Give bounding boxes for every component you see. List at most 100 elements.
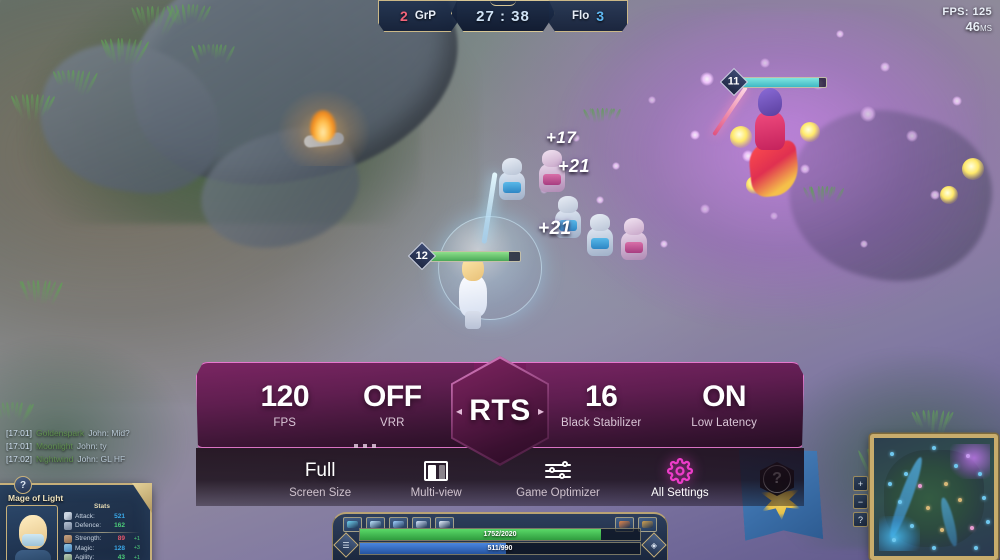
character-panel: ? Mage of Light Stats Attack: 521 Defence:… xyxy=(0,483,152,560)
minimap-zoom-out-button[interactable]: − xyxy=(853,494,868,509)
grass-blade xyxy=(151,6,154,21)
page-dot[interactable] xyxy=(363,444,367,448)
ally-minion[interactable] xyxy=(498,158,526,200)
page-indicator-dots[interactable] xyxy=(354,444,376,448)
team-left-score: 2 xyxy=(400,8,408,24)
minimap-marker xyxy=(932,446,936,450)
stat-label: Defence: xyxy=(75,522,111,529)
ally-minion[interactable] xyxy=(586,214,614,256)
stat-value: 43 xyxy=(118,554,125,560)
stat-black-stabilizer-value: 16 xyxy=(561,382,641,412)
stat-value: 128 xyxy=(114,545,125,552)
magic-sparkle xyxy=(860,106,876,122)
team-right-score: 3 xyxy=(596,8,604,24)
page-dot[interactable] xyxy=(354,444,358,448)
game-optimizer-label: Game Optimizer xyxy=(516,487,600,499)
character-help-button[interactable]: ? xyxy=(14,476,32,494)
minimap-marker xyxy=(978,472,982,476)
enemy-boss-unit[interactable] xyxy=(742,88,800,196)
chat-message: John: GL HF xyxy=(77,454,125,464)
menu-button-left[interactable]: ☰ xyxy=(333,532,358,557)
mana-bar-text: 511/990 xyxy=(360,543,640,554)
magic-sparkle xyxy=(952,96,962,106)
magic-sparkle xyxy=(880,62,890,72)
minimap-marker xyxy=(958,498,962,502)
stat-black-stabilizer[interactable]: 16 Black Stabilizer xyxy=(561,382,641,429)
hero-health-bar: 12 xyxy=(412,246,521,266)
magic-sparkle xyxy=(700,204,710,214)
shield-icon xyxy=(64,522,72,530)
minimap-help-button[interactable]: ? xyxy=(853,512,868,527)
light-orb xyxy=(962,158,984,180)
chat-user: Nightwind xyxy=(36,454,73,464)
minimap-marker xyxy=(898,500,902,504)
match-timer: 27 : 38 xyxy=(451,0,555,32)
hero-unit[interactable] xyxy=(455,255,491,329)
minimap-marker xyxy=(932,546,936,550)
magic-sparkle xyxy=(860,240,868,248)
page-dot[interactable] xyxy=(372,444,376,448)
magic-sparkle xyxy=(660,240,668,248)
chat-message: John: ty xyxy=(77,441,107,451)
magic-sparkle xyxy=(596,196,604,204)
team-right: Flo 3 xyxy=(549,0,628,32)
minimap-marker xyxy=(918,484,922,488)
stat-value: 521 xyxy=(114,513,125,520)
minimap-enemy-base xyxy=(950,444,991,479)
stat-bonus: +1 xyxy=(128,555,140,560)
all-settings-label: All Settings xyxy=(644,487,716,499)
enemy-minion[interactable] xyxy=(620,218,648,260)
grass-blade xyxy=(71,70,75,84)
character-stats: Stats Attack: 521 Defence: 162 Strength: 89 +1… xyxy=(64,503,140,560)
damage-number: +17 xyxy=(546,128,576,148)
chat-line: [17:01] Moonlight John: ty xyxy=(6,441,130,451)
stat-fps[interactable]: 120 FPS xyxy=(260,382,309,429)
stat-row: Attack: 521 xyxy=(64,512,140,520)
minimap-marker xyxy=(966,454,970,458)
hero-health-fill xyxy=(430,252,509,261)
stat-vrr[interactable]: OFF VRR xyxy=(363,382,422,429)
minimap-zoom-in-button[interactable]: + xyxy=(853,476,868,491)
stat-fps-label: FPS xyxy=(260,417,309,429)
chat-message: John: Mid? xyxy=(88,428,130,438)
boss-health-bar: 11 xyxy=(724,72,827,92)
minimap[interactable] xyxy=(870,434,998,560)
menu-item-all-settings[interactable]: All Settings xyxy=(644,459,716,499)
latency-unit: MS xyxy=(980,24,992,33)
magic-sparkle xyxy=(612,162,620,170)
performance-readout: FPS: 125 46MS xyxy=(942,6,992,34)
stat-label: Agility: xyxy=(75,554,115,560)
scoreboard: 2 GrP 27 : 38 Flo 3 xyxy=(378,0,628,32)
stat-low-latency[interactable]: ON Low Latency xyxy=(691,382,757,429)
health-bar-text: 1752/2020 xyxy=(360,529,640,540)
campfire-prop xyxy=(300,108,348,148)
magic-sparkle xyxy=(760,58,770,68)
stat-row: Defence: 162 xyxy=(64,522,140,530)
stat-black-stabilizer-label: Black Stabilizer xyxy=(561,417,641,429)
stat-vrr-label: VRR xyxy=(363,417,422,429)
game-mode-badge[interactable]: ◂ ▸ RTS xyxy=(451,356,549,466)
health-bar: 1752/2020 xyxy=(359,528,641,541)
stat-low-latency-label: Low Latency xyxy=(691,417,757,429)
minimap-marker xyxy=(986,520,990,524)
menu-item-screen-size[interactable]: Full Screen Size xyxy=(284,459,356,499)
minimap-marker xyxy=(954,464,958,468)
character-name: Mage of Light xyxy=(8,493,63,503)
damage-number: +21 xyxy=(538,218,572,240)
chat-log: [17:01] Goldenspark John: Mid? [17:01] M… xyxy=(6,428,130,467)
light-orb xyxy=(800,122,820,142)
minimap-marker xyxy=(974,546,978,550)
magic-sparkle xyxy=(648,96,656,104)
character-portrait[interactable] xyxy=(6,505,58,560)
stat-fps-value: 120 xyxy=(260,382,309,412)
menu-button-right[interactable]: ◈ xyxy=(641,532,666,557)
stats-divider xyxy=(64,532,140,533)
magic-sparkle xyxy=(770,212,778,220)
team-left-name: GrP xyxy=(415,10,436,22)
stat-label: Strength: xyxy=(75,535,115,542)
minimap-marker xyxy=(970,526,974,530)
stat-label: Magic: xyxy=(75,545,111,552)
minimap-marker xyxy=(890,452,894,456)
team-left: 2 GrP xyxy=(378,0,457,32)
hero-level-badge: 12 xyxy=(408,242,436,270)
